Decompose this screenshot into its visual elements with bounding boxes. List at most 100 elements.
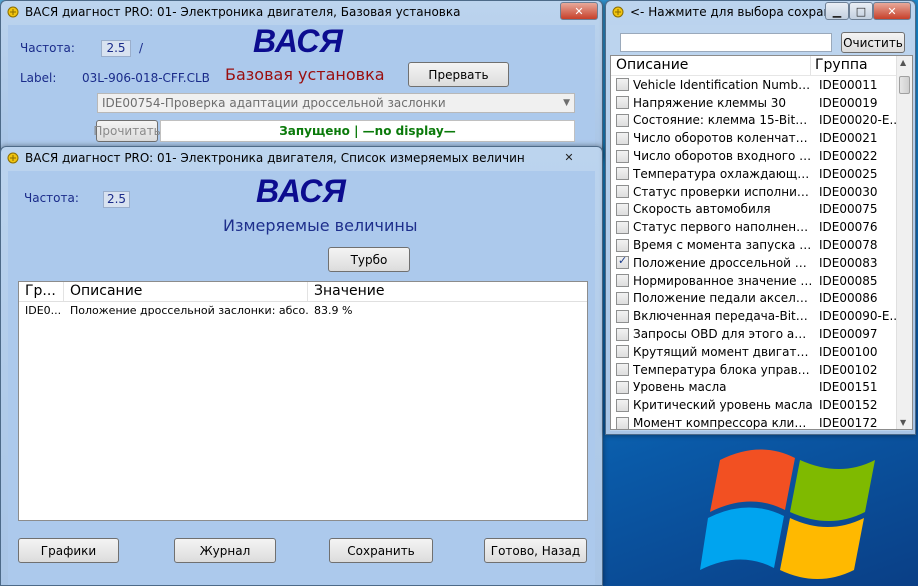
column-header-group[interactable]: Гр...	[19, 282, 64, 301]
graphs-button[interactable]: Графики	[18, 538, 119, 563]
window-title: ВАСЯ диагност PRO: 01- Электроника двига…	[25, 151, 525, 165]
measurement-dropdown[interactable]: IDE00754-Проверка адаптации дроссельной …	[97, 93, 575, 113]
list-item[interactable]: Число оборотов коленчатого ва... IDE00021	[611, 129, 912, 147]
checkbox[interactable]	[616, 78, 629, 92]
parameter-list: Описание Группа Vehicle Identification N…	[610, 55, 913, 430]
page-subtitle: Базовая установка	[225, 65, 385, 84]
minimize-button[interactable]: ▁	[825, 2, 849, 20]
abort-button[interactable]: Прервать	[408, 62, 509, 87]
list-item[interactable]: Запросы OBD для этого автомо... IDE00097	[611, 325, 912, 343]
freq-value: 2.5	[103, 191, 130, 208]
close-button[interactable]: ✕	[560, 2, 598, 20]
freq-value: 2.5	[101, 40, 131, 57]
list-item[interactable]: Положение дроссельной засло... IDE00083	[611, 254, 912, 272]
checkbox[interactable]	[616, 398, 629, 412]
checkbox[interactable]	[616, 202, 629, 216]
close-button[interactable]: ✕	[873, 2, 911, 20]
titlebar[interactable]: ВАСЯ диагност PRO: 01- Электроника двига…	[1, 147, 602, 169]
brand-title: ВАСЯ	[253, 23, 343, 59]
checkbox[interactable]	[616, 96, 629, 110]
scroll-thumb[interactable]	[899, 76, 910, 94]
list-item[interactable]: Нормированное значение нагр... IDE00085	[611, 272, 912, 290]
page-subtitle: Измеряемые величины	[223, 216, 418, 235]
item-group: IDE00019	[819, 95, 878, 110]
done-back-button[interactable]: Готово, Назад	[484, 538, 587, 563]
column-header-description[interactable]: Описание	[611, 56, 811, 75]
list-item[interactable]: Включенная передача-Bits 0-7 IDE00090-E..…	[611, 307, 912, 325]
minimize-icon: ▁	[832, 4, 842, 18]
freq-label: Частота:	[24, 191, 79, 205]
checkbox[interactable]	[616, 167, 629, 181]
scroll-down-icon[interactable]: ▼	[900, 418, 906, 427]
list-item[interactable]: Крутящий момент двигателя IDE00100	[611, 343, 912, 361]
window-title: ВАСЯ диагност PRO: 01- Электроника двига…	[25, 5, 461, 19]
checkbox[interactable]	[616, 131, 629, 145]
checkbox[interactable]	[616, 185, 629, 199]
checkbox[interactable]	[616, 345, 629, 359]
saved-selection-window: <- Нажмите для выбора сохранен... ▁ □ ✕ …	[605, 0, 916, 435]
checkbox[interactable]	[616, 113, 629, 127]
item-group: IDE00025	[819, 166, 878, 181]
list-item[interactable]: Скорость автомобиля IDE00075	[611, 201, 912, 219]
list-item[interactable]: Время с момента запуска двига... IDE00078	[611, 236, 912, 254]
table-header: Гр... Описание Значение	[19, 282, 587, 302]
item-group: IDE00100	[819, 344, 878, 359]
checkbox[interactable]	[616, 416, 629, 429]
checkbox[interactable]	[616, 238, 629, 252]
titlebar[interactable]: ВАСЯ диагност PRO: 01- Электроника двига…	[1, 1, 602, 23]
item-description: Число оборотов входного вала ...	[633, 149, 813, 164]
column-header-group[interactable]: Группа	[811, 56, 897, 75]
close-button[interactable]: ✕	[554, 148, 584, 166]
checkbox[interactable]	[616, 363, 629, 377]
scroll-up-icon[interactable]: ▲	[900, 58, 906, 67]
window-title: <- Нажмите для выбора сохранен...	[630, 5, 859, 19]
list-item[interactable]: Число оборотов входного вала ... IDE00022	[611, 147, 912, 165]
list-item[interactable]: Момент компрессора климатич... IDE00172	[611, 414, 912, 429]
maximize-button[interactable]: □	[849, 2, 873, 20]
item-description: Vehicle Identification Number (VIN)	[633, 77, 813, 92]
item-description: Уровень масла	[633, 380, 727, 395]
clear-button[interactable]: Очистить	[841, 32, 905, 53]
column-header-description[interactable]: Описание	[64, 282, 308, 301]
checkbox[interactable]	[616, 380, 629, 394]
checkbox[interactable]	[616, 274, 629, 288]
list-header: Описание Группа	[611, 56, 912, 76]
filter-input[interactable]	[620, 33, 832, 52]
item-group: IDE00011	[819, 77, 878, 92]
item-group: IDE00102	[819, 362, 878, 377]
item-group: IDE00085	[819, 273, 878, 288]
turbo-button[interactable]: Турбо	[328, 247, 410, 272]
list-item[interactable]: Статус первого наполнения топ... IDE00076	[611, 218, 912, 236]
measured-values-window: ВАСЯ диагност PRO: 01- Электроника двига…	[0, 146, 603, 586]
list-item[interactable]: Статус проверки исполнительн... IDE00030	[611, 183, 912, 201]
freq-label: Частота:	[20, 41, 75, 55]
item-group: IDE00083	[819, 255, 878, 270]
list-item[interactable]: Температура блока управления IDE00102	[611, 361, 912, 379]
log-button[interactable]: Журнал	[174, 538, 276, 563]
save-button[interactable]: Сохранить	[329, 538, 433, 563]
table-row[interactable]: IDE0... Положение дроссельной заслонки: …	[19, 302, 587, 320]
item-description: Температура блока управления	[633, 362, 813, 377]
label-label: Label:	[20, 71, 57, 85]
column-header-value[interactable]: Значение	[308, 282, 587, 301]
checkbox[interactable]	[616, 220, 629, 234]
checkbox[interactable]	[616, 254, 629, 270]
list-item[interactable]: Положение педали акселерато... IDE00086	[611, 290, 912, 308]
checkbox[interactable]	[616, 149, 629, 163]
list-item[interactable]: Критический уровень масла IDE00152	[611, 396, 912, 414]
scrollbar[interactable]: ▲ ▼	[896, 56, 912, 429]
checkbox[interactable]	[616, 327, 629, 341]
list-item[interactable]: Напряжение клеммы 30 IDE00019	[611, 94, 912, 112]
checkbox[interactable]	[616, 309, 629, 323]
read-button[interactable]: Прочитать	[93, 120, 161, 142]
checkbox[interactable]	[616, 291, 629, 305]
list-item[interactable]: Состояние: клемма 15-Bits 0-7 IDE00020-E.…	[611, 112, 912, 130]
item-description: Время с момента запуска двига...	[633, 238, 813, 253]
list-item[interactable]: Температура охлаждающей жи... IDE00025	[611, 165, 912, 183]
item-description: Скорость автомобиля	[633, 202, 771, 217]
list-item[interactable]: Vehicle Identification Number (VIN) IDE00…	[611, 76, 912, 94]
window-client: Частота: 2.5 / Label: 03L-906-018-CFF.CL…	[8, 23, 595, 159]
list-item[interactable]: Уровень масла IDE00151	[611, 379, 912, 397]
item-group: IDE00078	[819, 238, 878, 253]
item-description: Критический уровень масла	[633, 398, 813, 413]
